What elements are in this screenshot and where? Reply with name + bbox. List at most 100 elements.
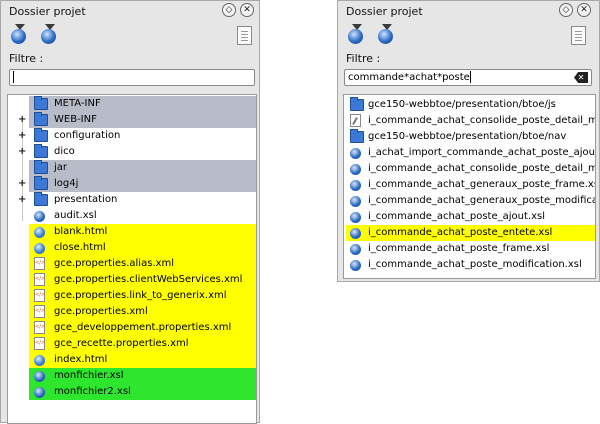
xsl-icon	[350, 196, 361, 207]
synchronize-globe-icon	[41, 29, 56, 44]
tree-folder-row[interactable]: + log4j	[8, 176, 256, 192]
tree-file-row[interactable]: index.html	[8, 352, 256, 368]
synchronize-button[interactable]	[376, 24, 398, 46]
tree-file-row[interactable]: i_commande_achat_poste_modification.xsl	[344, 257, 595, 273]
tree-folder-row[interactable]: + WEB-INF	[8, 112, 256, 128]
panel-title: Dossier projet	[9, 5, 86, 18]
close-panel-button[interactable]: ✕	[240, 3, 254, 17]
tree-file-row[interactable]: i_commande_achat_consolide_poste_detail_…	[344, 113, 595, 129]
expand-toggle-icon[interactable]: +	[18, 144, 26, 160]
row-label: configuration	[54, 130, 121, 141]
float-panel-button[interactable]: ◇	[559, 3, 573, 17]
tree-file-row[interactable]: gce.properties.link_to_generix.xml	[8, 288, 256, 304]
xsl-icon	[350, 180, 361, 191]
row-label: monfichier.xsl	[54, 370, 124, 381]
row-label: WEB-INF	[54, 114, 97, 125]
tree-file-row[interactable]: audit.xsl	[8, 208, 256, 224]
expand-toggle-icon[interactable]: +	[18, 128, 26, 144]
xsl-icon	[350, 148, 361, 159]
text-caret	[13, 71, 14, 83]
tree-file-row[interactable]: i_commande_achat_generaux_poste_frame.xs	[344, 177, 595, 193]
xsl-icon	[350, 164, 361, 175]
filter-label: Filtre :	[9, 52, 44, 65]
tree-folder-row[interactable]: META-INF	[8, 96, 256, 112]
float-panel-button[interactable]: ◇	[222, 3, 236, 17]
tree-file-row[interactable]: close.html	[8, 240, 256, 256]
tree-folder-row[interactable]: gce150-webbtoe/presentation/btoe/nav	[344, 129, 595, 145]
filter-input[interactable]	[9, 69, 255, 86]
tree-file-row[interactable]: i_commande_achat_consolide_poste_detail_…	[344, 161, 595, 177]
tree-folder-row[interactable]: gce150-webbtoe/presentation/btoe/js	[344, 97, 595, 113]
tree-folder-row[interactable]: jar	[8, 160, 256, 176]
tree-folder-row[interactable]: + configuration	[8, 128, 256, 144]
filter-value: commande*achat*poste	[348, 72, 470, 83]
xml-icon	[34, 257, 45, 270]
xsl-icon	[350, 260, 361, 271]
row-label: gce_recette.properties.xml	[54, 338, 189, 349]
refresh-button[interactable]	[9, 24, 31, 46]
row-label: i_commande_achat_poste_ajout.xsl	[368, 211, 545, 222]
row-label: audit.xsl	[54, 210, 97, 221]
filtered-results-list[interactable]: gce150-webbtoe/presentation/btoe/js i_com…	[343, 94, 596, 279]
row-label: gce.properties.alias.xml	[54, 258, 175, 269]
folder-icon	[34, 160, 48, 174]
row-label: presentation	[54, 194, 118, 205]
folder-icon	[34, 144, 48, 158]
tree-file-row[interactable]: gce_recette.properties.xml	[8, 336, 256, 352]
xml-icon	[34, 337, 45, 350]
tree-folder-row[interactable]: + presentation	[8, 192, 256, 208]
folder-icon	[34, 128, 48, 142]
row-label: close.html	[54, 242, 106, 253]
right-project-panel: Dossier projet ◇ ✕ Filtre : commande*ach…	[337, 0, 600, 282]
row-label: gce.properties.link_to_generix.xml	[54, 290, 227, 301]
row-label: gce_developpement.properties.xml	[54, 322, 232, 333]
expand-toggle-icon[interactable]: +	[18, 192, 26, 208]
synchronize-button[interactable]	[39, 24, 61, 46]
expand-toggle-icon[interactable]: +	[18, 176, 26, 192]
tree-file-row[interactable]: gce_developpement.properties.xml	[8, 320, 256, 336]
row-label: monfichier2.xsl	[54, 386, 131, 397]
folder-icon	[34, 176, 48, 190]
synchronize-globe-icon	[378, 29, 393, 44]
notepad-icon[interactable]	[571, 26, 586, 45]
filter-input[interactable]: commande*achat*poste ✕	[344, 69, 592, 86]
file-tree[interactable]: META-INF + WEB-INF + configuration + dico jar + l…	[7, 94, 257, 424]
row-label: gce150-webbtoe/presentation/btoe/js	[368, 99, 556, 110]
html-icon	[34, 355, 45, 366]
tree-file-row[interactable]: i_commande_achat_poste_frame.xsl	[344, 241, 595, 257]
close-panel-button[interactable]: ✕	[577, 3, 591, 17]
refresh-globe-icon	[348, 29, 363, 44]
xsl-icon	[350, 212, 361, 223]
tree-file-row[interactable]: gce.properties.alias.xml	[8, 256, 256, 272]
row-label: META-INF	[54, 98, 101, 109]
folder-icon	[350, 129, 364, 143]
panel-title: Dossier projet	[346, 5, 423, 18]
tree-folder-row[interactable]: + dico	[8, 144, 256, 160]
expand-toggle-icon[interactable]: +	[18, 112, 26, 128]
tree-file-row[interactable]: i_commande_achat_generaux_poste_modifica…	[344, 193, 595, 209]
row-label: i_commande_achat_poste_entete.xsl	[368, 227, 553, 238]
refresh-globe-icon	[11, 29, 26, 44]
row-label: i_commande_achat_poste_modification.xsl	[368, 259, 582, 270]
notepad-icon[interactable]	[237, 26, 252, 45]
tree-file-row[interactable]: i_achat_import_commande_achat_poste_ajou…	[344, 145, 595, 161]
tree-file-row[interactable]: monfichier.xsl	[8, 368, 256, 384]
row-label: gce.properties.xml	[54, 306, 148, 317]
clear-filter-button[interactable]: ✕	[574, 72, 588, 83]
row-label: i_achat_import_commande_achat_poste_ajou…	[368, 147, 596, 158]
tree-file-row[interactable]: i_commande_achat_poste_entete.xsl	[344, 225, 595, 241]
tree-file-row[interactable]: gce.properties.xml	[8, 304, 256, 320]
folder-icon	[34, 112, 48, 126]
row-label: i_commande_achat_consolide_poste_detail_…	[368, 115, 596, 126]
tree-file-row[interactable]: blank.html	[8, 224, 256, 240]
xml-icon	[34, 273, 45, 286]
filter-label: Filtre :	[346, 52, 381, 65]
tree-file-row[interactable]: i_commande_achat_poste_ajout.xsl	[344, 209, 595, 225]
refresh-button[interactable]	[346, 24, 368, 46]
folder-icon	[34, 96, 48, 110]
tree-file-row[interactable]: monfichier2.xsl	[8, 384, 256, 400]
xml-icon	[34, 289, 45, 302]
row-label: i_commande_achat_generaux_poste_modifica…	[368, 195, 596, 206]
tree-file-row[interactable]: gce.properties.clientWebServices.xml	[8, 272, 256, 288]
html-icon	[34, 227, 45, 238]
